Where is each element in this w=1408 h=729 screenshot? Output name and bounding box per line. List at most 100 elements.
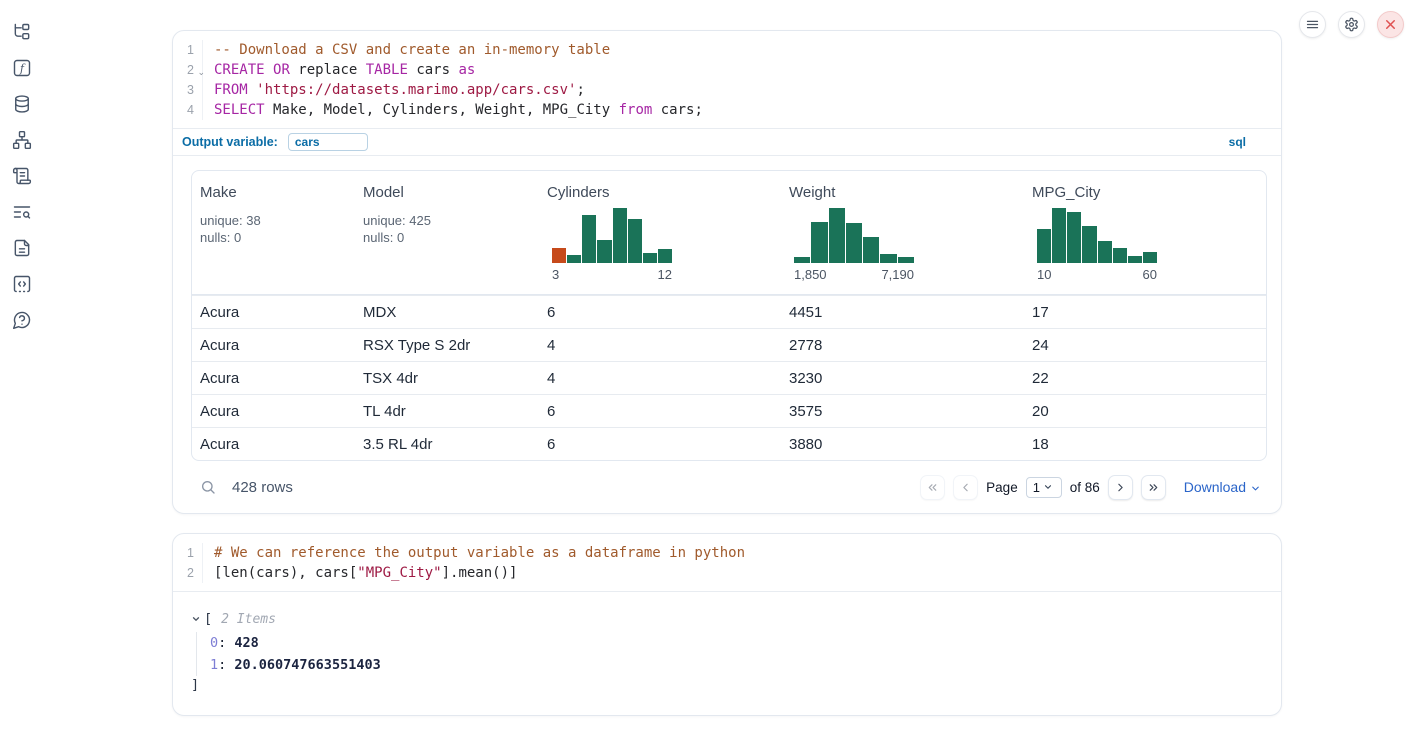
table-row[interactable]: AcuraRSX Type S 2dr4277824 — [192, 328, 1266, 361]
table-cell: 3230 — [781, 361, 1024, 394]
table-cell: 6 — [539, 394, 781, 427]
column-header-weight[interactable]: Weight1,8507,190 — [781, 171, 1024, 295]
logs-icon — [12, 202, 32, 222]
sidebar-item-data-sources[interactable] — [12, 94, 32, 114]
sidebar-item-scratchpad[interactable] — [12, 166, 32, 186]
code-text: SELECT Make, Model, Cylinders, Weight, M… — [203, 100, 703, 120]
table-cell: TL 4dr — [355, 394, 539, 427]
first-page-button[interactable] — [920, 475, 945, 500]
line-number: 2⌄ — [173, 60, 203, 80]
histogram-bar — [582, 215, 596, 263]
tree-key: 1 — [210, 657, 218, 673]
tree-root[interactable]: [ 2 Items — [191, 609, 1263, 629]
histogram-axis-labels: 1060 — [1037, 267, 1157, 282]
table-cell: 6 — [539, 427, 781, 460]
download-label: Download — [1184, 479, 1246, 495]
table-row[interactable]: Acura3.5 RL 4dr6388018 — [192, 427, 1266, 460]
histogram-bar — [658, 249, 672, 263]
chevrons-left-icon — [926, 481, 939, 494]
table-cell: 2778 — [781, 328, 1024, 361]
histogram-bar — [1113, 248, 1127, 263]
column-name: Make — [200, 184, 347, 201]
histogram-bar — [863, 237, 879, 263]
last-page-button[interactable] — [1141, 475, 1166, 500]
tree-value: 20.060747663551403 — [234, 657, 380, 673]
table-row[interactable]: AcuraTL 4dr6357520 — [192, 394, 1266, 427]
sidebar-item-documentation[interactable] — [12, 238, 32, 258]
sidebar-item-dependency-graph[interactable] — [12, 130, 32, 150]
axis-max-label: 12 — [658, 267, 672, 282]
table-row[interactable]: AcuraMDX6445117 — [192, 295, 1266, 328]
python-editor[interactable]: 1# We can reference the output variable … — [173, 534, 1281, 591]
histogram-bar — [613, 208, 627, 263]
tree-value: 428 — [234, 635, 258, 651]
histogram-bar — [1067, 212, 1081, 263]
code-text: -- Download a CSV and create an in-memor… — [203, 40, 610, 60]
table-cell: 4 — [539, 328, 781, 361]
line-number: 1 — [173, 543, 203, 563]
histogram-weight[interactable]: 1,8507,190 — [794, 208, 914, 282]
sidebar-item-help[interactable] — [12, 310, 32, 330]
search-icon[interactable] — [200, 479, 216, 495]
file-explorer-icon — [12, 22, 32, 42]
sidebar-item-snippets[interactable] — [12, 274, 32, 294]
histogram-bar — [846, 223, 862, 263]
prev-page-button[interactable] — [953, 475, 978, 500]
sql-output-section: Makeunique: 38nulls: 0Modelunique: 425nu… — [173, 155, 1281, 513]
column-header-model[interactable]: Modelunique: 425nulls: 0 — [355, 171, 539, 295]
chevron-left-icon — [959, 481, 972, 494]
table-cell: 24 — [1024, 328, 1266, 361]
histogram-bar — [1128, 256, 1142, 263]
tree-entry: 0: 428 — [210, 632, 1263, 654]
table-cell: Acura — [192, 361, 355, 394]
histogram-bar — [643, 253, 657, 263]
histogram-bar — [552, 248, 566, 263]
python-line: 2[len(cars), cars["MPG_City"].mean()] — [173, 563, 1281, 583]
page-select-value: 1 — [1033, 480, 1040, 495]
download-button[interactable]: Download — [1184, 479, 1261, 495]
histogram-cylinders[interactable]: 312 — [552, 208, 672, 282]
python-line: 1# We can reference the output variable … — [173, 543, 1281, 563]
sql-line: 4SELECT Make, Model, Cylinders, Weight, … — [173, 100, 1281, 120]
page-select[interactable]: 1 — [1026, 477, 1062, 498]
table-cell: Acura — [192, 427, 355, 460]
column-header-cylinders[interactable]: Cylinders312 — [539, 171, 781, 295]
column-header-make[interactable]: Makeunique: 38nulls: 0 — [192, 171, 355, 295]
notebook-cells: 1-- Download a CSV and create an in-memo… — [172, 30, 1282, 716]
settings-button[interactable] — [1338, 11, 1365, 38]
histogram-bar — [829, 208, 845, 263]
histogram-bar — [811, 222, 827, 263]
close-bracket: ] — [191, 676, 1263, 695]
histogram-bars — [552, 208, 672, 263]
sql-editor[interactable]: 1-- Download a CSV and create an in-memo… — [173, 31, 1281, 128]
axis-min-label: 10 — [1037, 267, 1051, 282]
table-cell: RSX Type S 2dr — [355, 328, 539, 361]
line-number: 1 — [173, 40, 203, 60]
table-row[interactable]: AcuraTSX 4dr4323022 — [192, 361, 1266, 394]
fold-chevron-icon[interactable]: ⌄ — [197, 62, 205, 82]
histogram-mpg_city[interactable]: 1060 — [1037, 208, 1157, 282]
table-cell: 18 — [1024, 427, 1266, 460]
panel-sidebar: f — [0, 0, 44, 330]
table-cell: 22 — [1024, 361, 1266, 394]
table-cell: 4451 — [781, 295, 1024, 328]
histogram-bar — [1098, 241, 1112, 263]
menu-button[interactable] — [1299, 11, 1326, 38]
sidebar-item-variables[interactable]: f — [12, 58, 32, 78]
items-count-label: 2 Items — [221, 612, 276, 627]
line-number: 4 — [173, 100, 203, 120]
column-header-mpg_city[interactable]: MPG_City1060 — [1024, 171, 1266, 295]
sidebar-item-logs[interactable] — [12, 202, 32, 222]
tree-entry: 1: 20.060747663551403 — [210, 654, 1263, 676]
next-page-button[interactable] — [1108, 475, 1133, 500]
table-cell: 4 — [539, 361, 781, 394]
language-badge: sql — [1229, 135, 1246, 149]
code-text: FROM 'https://datasets.marimo.app/cars.c… — [203, 80, 585, 100]
axis-min-label: 1,850 — [794, 267, 827, 282]
table-cell: Acura — [192, 394, 355, 427]
shutdown-button[interactable] — [1377, 11, 1404, 38]
histogram-bar — [794, 257, 810, 263]
sidebar-item-file-explorer[interactable] — [12, 22, 32, 42]
output-variable-input[interactable] — [288, 133, 368, 151]
tree-colon: : — [218, 657, 234, 673]
